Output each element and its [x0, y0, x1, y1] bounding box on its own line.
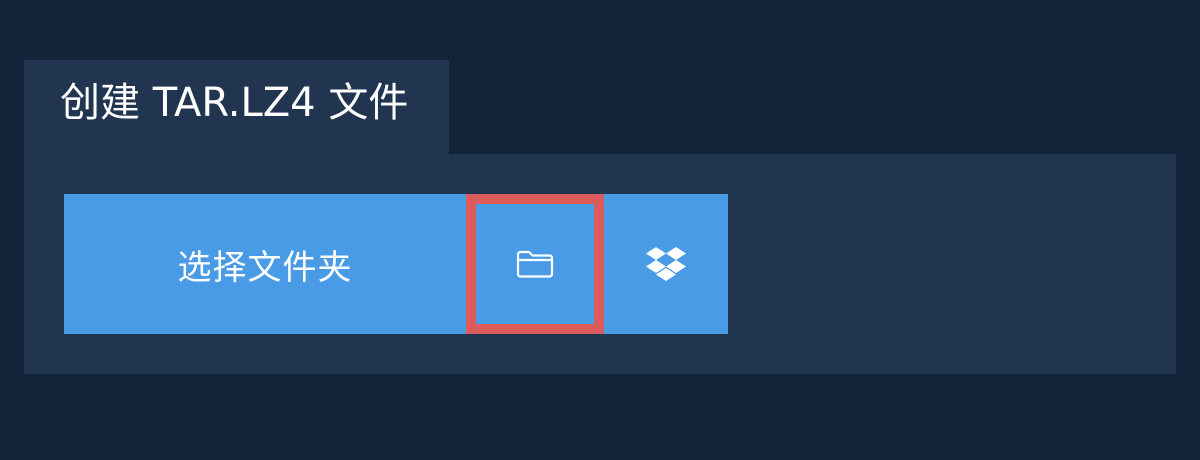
folder-picker-button-group: 选择文件夹: [64, 194, 728, 334]
dropbox-button[interactable]: [604, 194, 728, 334]
choose-folder-button[interactable]: 选择文件夹: [64, 194, 466, 334]
folder-icon: [515, 248, 555, 280]
tab-title: 创建 TAR.LZ4 文件: [60, 80, 409, 126]
dropbox-icon: [645, 246, 687, 282]
choose-folder-label: 选择文件夹: [177, 247, 353, 288]
tab-create-tar-lz4: 创建 TAR.LZ4 文件: [24, 60, 449, 156]
upload-panel: 选择文件夹: [24, 154, 1176, 374]
local-folder-button[interactable]: [466, 194, 604, 334]
